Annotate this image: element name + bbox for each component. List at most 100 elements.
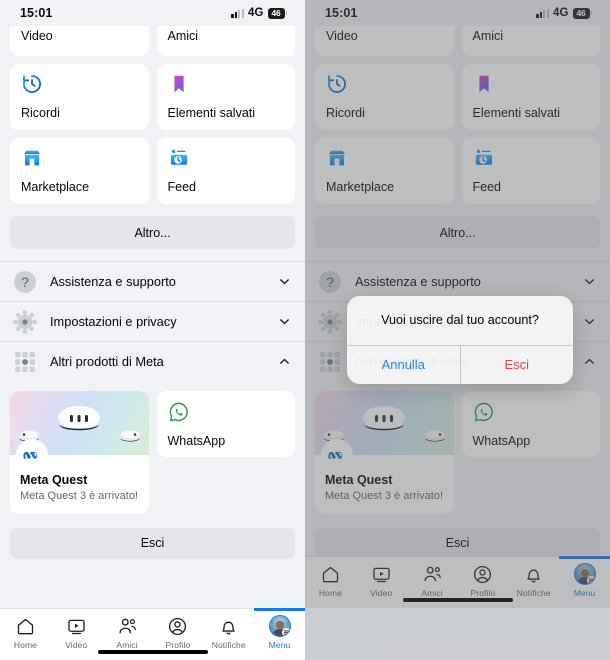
dialog-cancel-button[interactable]: Annulla [347, 345, 461, 384]
signal-bars-icon [231, 8, 244, 18]
nav-tab-label: Home [13, 640, 37, 650]
nav-tab-notifiche[interactable]: Notifiche [203, 609, 254, 660]
svg-text:?: ? [21, 274, 29, 290]
phone-screenshot-left: 15:01 4G 46 Video Amici Ricordi Elementi… [0, 0, 305, 660]
section-label: Assistenza e supporto [50, 274, 176, 289]
menu-card-elementi-salvati[interactable]: Elementi salvati [156, 64, 295, 130]
menu-card-video[interactable]: Video [315, 26, 454, 56]
menu-card-marketplace[interactable]: Marketplace [315, 138, 454, 204]
two-phone-comparison: 15:01 4G 46 Video Amici Ricordi Elementi… [0, 0, 610, 660]
product-card-meta-quest[interactable]: Meta Quest Meta Quest 3 è arrivato! [315, 391, 454, 514]
battery-tip [285, 11, 287, 15]
hamburger-badge-icon [586, 576, 595, 584]
battery-icon: 46 [267, 7, 287, 19]
menu-scroll-area[interactable]: Video Amici Ricordi Elementi salvati Mar… [0, 26, 305, 608]
menu-card-label: Marketplace [21, 180, 90, 195]
signal-bars-icon [536, 8, 549, 18]
menu-card-label: Video [326, 29, 358, 43]
network-type-label: 4G [552, 7, 569, 19]
bell-icon [218, 615, 240, 637]
section-row-impostazioni[interactable]: Impostazioni e privacy [0, 301, 305, 341]
menu-card-label: Amici [167, 29, 199, 43]
more-button[interactable]: Altro... [315, 216, 600, 249]
menu-card-marketplace[interactable]: Marketplace [10, 138, 149, 204]
product-label: WhatsApp [472, 434, 531, 448]
menu-card-amici[interactable]: Amici [461, 26, 600, 56]
marketplace-store-icon [21, 147, 43, 169]
battery-percent-label: 46 [572, 7, 590, 19]
status-time: 15:01 [20, 6, 53, 20]
quest-headset-illustration [363, 406, 406, 431]
logout-button[interactable]: Esci [315, 527, 600, 559]
menu-card-ricordi[interactable]: Ricordi [315, 64, 454, 130]
bell-icon [523, 563, 545, 585]
avatar-menu-icon [268, 615, 291, 637]
avatar-face [275, 621, 284, 629]
nav-tab-label: Menu [268, 640, 291, 650]
avatar-menu-icon [573, 563, 596, 585]
profile-person-icon [472, 563, 494, 585]
nav-tab-label: Amici [116, 640, 138, 650]
meta-products-grid-icon [12, 349, 38, 375]
video-play-icon [370, 563, 392, 585]
nav-tab-notifiche[interactable]: Notifiche [508, 557, 559, 608]
nav-tab-menu[interactable]: Menu [254, 608, 305, 660]
meta-infinity-icon [323, 441, 351, 469]
quest-headset-illustration [58, 406, 101, 431]
nav-tab-label: Notifiche [211, 640, 246, 650]
dialog-confirm-logout-button[interactable]: Esci [461, 346, 574, 384]
video-play-icon [65, 615, 87, 637]
chevron-down-icon [583, 315, 596, 328]
menu-card-video[interactable]: Video [10, 26, 149, 56]
menu-card-label: Elementi salvati [167, 106, 256, 121]
product-label: WhatsApp [167, 434, 226, 448]
more-button[interactable]: Altro... [10, 216, 295, 249]
menu-card-feed[interactable]: Feed [156, 138, 295, 204]
nav-tab-label: Amici [421, 588, 443, 598]
quest-controller-right [423, 430, 446, 442]
status-indicators: 4G 46 [536, 7, 592, 19]
nav-tab-label: Profilo [470, 588, 496, 598]
hamburger-badge-icon [281, 628, 290, 636]
feed-icon [473, 147, 495, 169]
section-label: Assistenza e supporto [355, 274, 481, 289]
nav-tab-menu[interactable]: Menu [559, 556, 610, 608]
nav-tab-video[interactable]: Video [51, 609, 102, 660]
menu-card-elementi-salvati[interactable]: Elementi salvati [461, 64, 600, 130]
meta-products-grid-icon [317, 349, 343, 375]
nav-tab-label: Profilo [165, 640, 191, 650]
home-icon [14, 615, 36, 637]
menu-card-feed[interactable]: Feed [461, 138, 600, 204]
chevron-up-icon [278, 355, 291, 368]
section-row-assistenza[interactable]: ? Assistenza e supporto [305, 261, 610, 301]
nav-tab-home[interactable]: Home [305, 557, 356, 608]
nav-tab-home[interactable]: Home [0, 609, 51, 660]
friends-people-icon [421, 563, 443, 585]
svg-text:?: ? [326, 274, 334, 290]
logout-button[interactable]: Esci [10, 527, 295, 559]
menu-card-amici[interactable]: Amici [156, 26, 295, 56]
product-card-meta-quest[interactable]: Meta Quest Meta Quest 3 è arrivato! [10, 391, 149, 514]
section-row-altri-prodotti[interactable]: Altri prodotti di Meta [0, 341, 305, 381]
network-type-label: 4G [247, 7, 264, 19]
product-card-whatsapp[interactable]: WhatsApp [461, 391, 600, 457]
menu-card-label: Video [21, 29, 53, 43]
more-button-wrap: Altro... [305, 204, 610, 261]
menu-card-ricordi[interactable]: Ricordi [10, 64, 149, 130]
menu-card-label: Ricordi [326, 106, 365, 121]
nav-tab-video[interactable]: Video [356, 557, 407, 608]
menu-card-label: Ricordi [21, 106, 60, 121]
help-question-icon: ? [12, 269, 38, 295]
help-question-icon: ? [317, 269, 343, 295]
menu-card-label: Feed [472, 180, 502, 195]
chevron-down-icon [278, 315, 291, 328]
section-row-assistenza[interactable]: ? Assistenza e supporto [0, 261, 305, 301]
menu-card-label: Elementi salvati [472, 106, 561, 121]
chevron-up-icon [583, 355, 596, 368]
profile-person-icon [167, 615, 189, 637]
home-indicator [402, 598, 513, 602]
product-card-whatsapp[interactable]: WhatsApp [156, 391, 295, 457]
status-indicators: 4G 46 [231, 7, 287, 19]
feed-icon [168, 147, 190, 169]
menu-shortcut-grid: Video Amici Ricordi Elementi salvati Mar… [305, 26, 610, 204]
